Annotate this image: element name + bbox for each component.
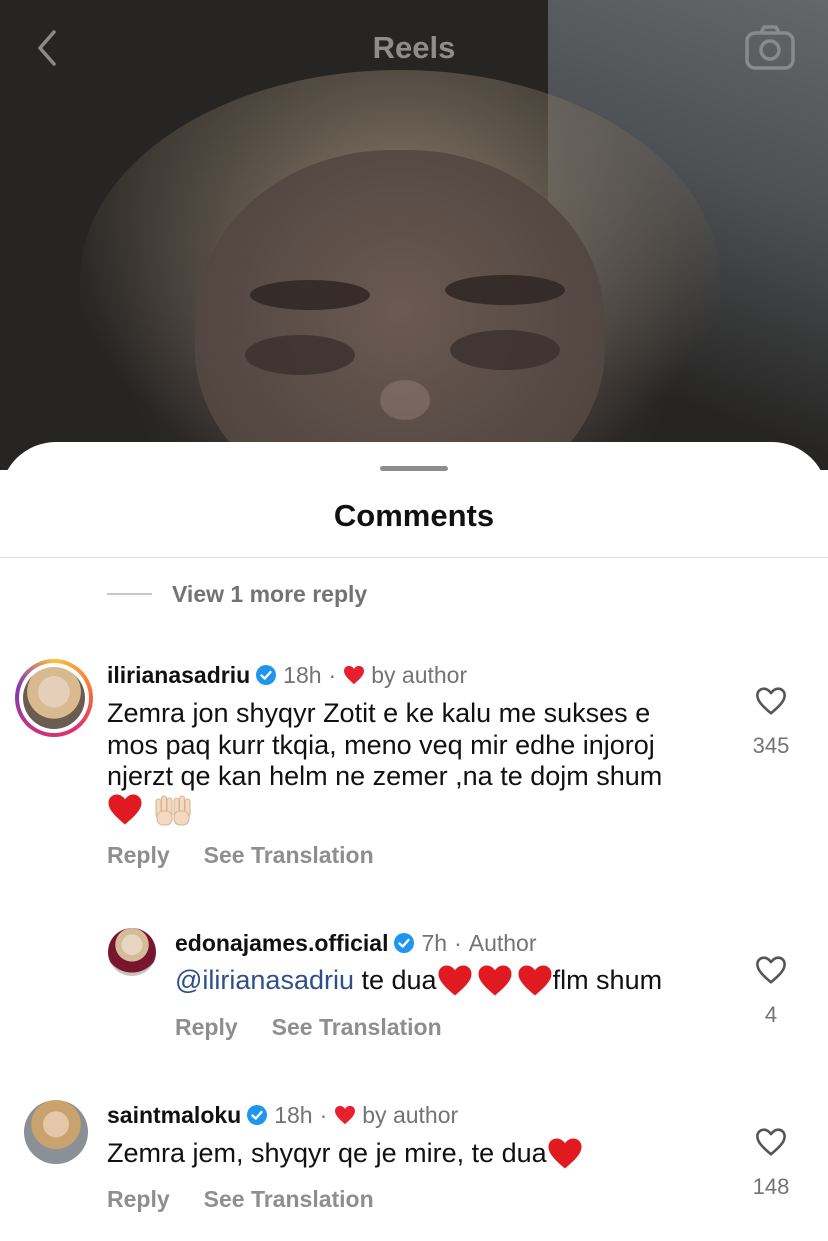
comment-actions: Reply See Translation [175, 1014, 442, 1041]
red-heart-emoji-icon [548, 1138, 582, 1169]
comment-meta: ilirianasadriu 18h · by author [107, 660, 467, 690]
view-more-label: View 1 more reply [172, 580, 368, 607]
avatar[interactable] [108, 928, 156, 976]
sheet-title: Comments [333, 498, 495, 533]
red-heart-emoji-icon [438, 965, 472, 996]
camera-icon [745, 25, 795, 70]
page-title: Reels [372, 30, 456, 65]
reply-button[interactable]: Reply [107, 1186, 170, 1213]
verified-badge-icon [394, 933, 415, 953]
reply-button[interactable]: Reply [175, 1014, 238, 1041]
verified-badge-icon [247, 1105, 268, 1125]
heart-outline-icon [756, 687, 786, 715]
comment-text: @ilirianasadriu te dua flm shum [175, 964, 662, 997]
nose [380, 380, 430, 420]
heart-filled-icon [335, 1105, 356, 1125]
comment-time: 7h [421, 929, 448, 956]
comment-text-part: Zemra jem, shyqyr qe je mire, te dua [107, 1137, 547, 1168]
comment-text-line: njerzt qe kan helm ne zemer ,na te dojm … [107, 761, 663, 791]
separator-dot: · [328, 661, 337, 688]
sheet-grabber[interactable] [380, 466, 448, 471]
heart-filled-icon [344, 665, 365, 685]
comment-text-part: te dua [353, 964, 437, 995]
see-translation-button[interactable]: See Translation [272, 1014, 442, 1041]
heart-outline-icon [756, 1128, 786, 1156]
left-eye [245, 335, 355, 375]
comment-time: 18h [274, 1101, 313, 1128]
comment-text-part: flm shum [552, 964, 663, 995]
liked-by-author-label: by author [362, 1101, 459, 1128]
comment-actions: Reply See Translation [107, 1186, 374, 1213]
red-heart-emoji-icon [478, 965, 512, 996]
like-count: 148 [752, 1174, 790, 1199]
comment-text: Zemra jem, shyqyr qe je mire, te dua [107, 1137, 583, 1170]
mention-link[interactable]: @ilirianasadriu [175, 965, 354, 997]
avatar-story-ring[interactable] [15, 659, 93, 737]
username[interactable]: ilirianasadriu [107, 662, 250, 689]
raising-hands-emoji-icon [155, 795, 191, 825]
emoji-row [107, 793, 727, 827]
camera-button[interactable] [744, 24, 796, 72]
avatar[interactable] [24, 1100, 88, 1164]
right-brow [445, 275, 565, 305]
liked-by-author-label: by author [371, 661, 468, 688]
left-brow [250, 280, 370, 310]
reply-thread-line [107, 593, 152, 595]
comment-text-line: Zemra jon shyqyr Zotit e ke kalu me suks… [107, 698, 651, 728]
separator-dot: · [319, 1101, 328, 1128]
username[interactable]: saintmaloku [107, 1102, 241, 1129]
see-translation-button[interactable]: See Translation [204, 842, 374, 869]
right-eye [450, 330, 560, 370]
separator-dot: · [454, 929, 462, 956]
like-count: 4 [764, 1002, 778, 1027]
comment-text: Zemra jon shyqyr Zotit e ke kalu me suks… [107, 698, 727, 827]
verified-badge-icon [256, 665, 277, 685]
heart-outline-icon [756, 956, 786, 984]
red-heart-emoji-icon [518, 965, 552, 996]
like-button[interactable]: 4 [741, 955, 801, 1028]
face-area [195, 150, 605, 470]
top-bar: Reels [0, 0, 828, 96]
red-heart-emoji-icon [108, 794, 142, 825]
comment-time: 18h [283, 661, 322, 688]
like-button[interactable]: 148 [741, 1127, 801, 1200]
comment-text-line: mos paq kurr tkqia, meno veq mir edhe in… [107, 729, 655, 760]
reply-button[interactable]: Reply [107, 842, 170, 869]
comment-meta: saintmaloku 18h · by author [107, 1100, 458, 1130]
avatar [23, 667, 85, 729]
comment-actions: Reply See Translation [107, 842, 374, 869]
comment-meta: edonajames.official 7h · Author [175, 928, 537, 958]
divider [0, 557, 828, 558]
like-button[interactable]: 345 [741, 686, 801, 759]
view-more-replies-button[interactable]: View 1 more reply [107, 578, 367, 610]
like-count: 345 [752, 733, 790, 758]
username[interactable]: edonajames.official [175, 930, 388, 957]
author-badge: Author [468, 929, 537, 956]
see-translation-button[interactable]: See Translation [204, 1186, 374, 1213]
